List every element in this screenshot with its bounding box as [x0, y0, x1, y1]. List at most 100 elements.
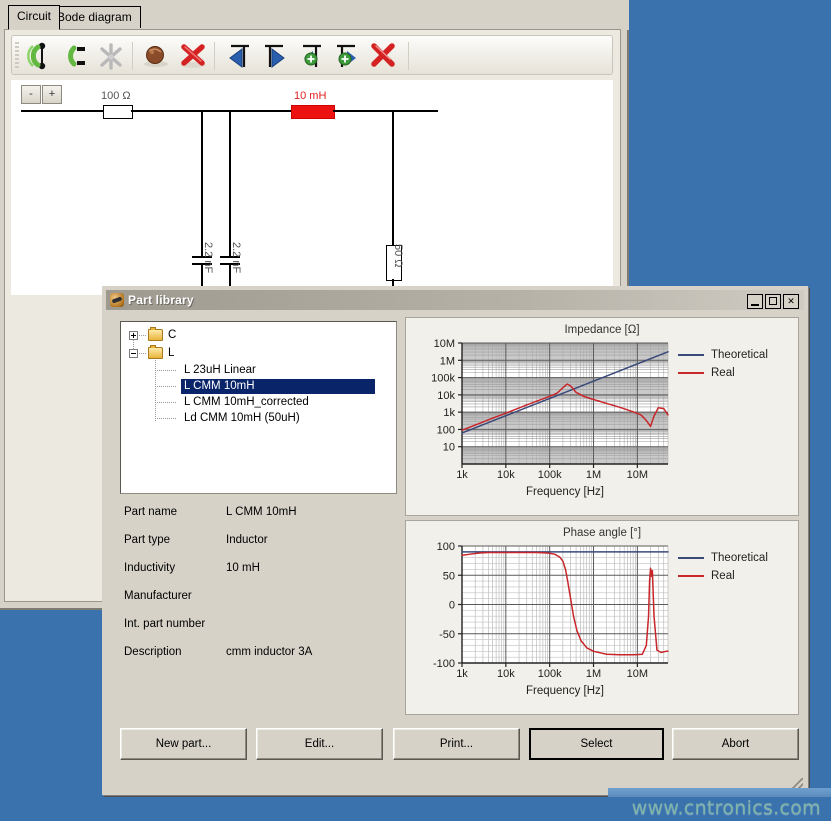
property-row-part-name: Part name L CMM 10mH	[120, 506, 410, 523]
tree-connector-c	[139, 335, 147, 336]
inductor-l1-label: 10 mH	[294, 90, 326, 102]
toolbar-separator-2	[214, 42, 215, 70]
resistor-r2-label: 50 Ω	[392, 244, 404, 268]
tab-circuit[interactable]: Circuit	[8, 5, 60, 30]
delete-component-icon[interactable]	[366, 40, 400, 72]
svg-text:-100: -100	[433, 658, 455, 670]
tree-folder-label-l[interactable]: L	[168, 345, 174, 361]
wire-r2-upper	[392, 110, 394, 245]
tree-item-ld-cmm-10mh-50uh[interactable]: Ld CMM 10mH (50uH)	[181, 411, 303, 426]
tree-expander-c[interactable]	[129, 331, 138, 340]
property-row-manufacturer: Manufacturer	[120, 590, 410, 607]
part-properties: Part name L CMM 10mH Part type Inductor …	[120, 506, 410, 666]
property-key: Part name	[124, 506, 177, 518]
legend-swatch-theoretical	[678, 557, 704, 559]
wire-c1-upper	[201, 110, 203, 256]
part-library-dialog: Part library ✕ C L L 23uH Linear L CMM 1…	[102, 286, 808, 795]
tree-connector-item-2	[155, 402, 177, 403]
property-row-part-type: Part type Inductor	[120, 534, 410, 551]
add-component-left-icon[interactable]	[294, 40, 328, 72]
tree-folder-label-c[interactable]: C	[168, 327, 176, 343]
svg-text:100: 100	[437, 541, 455, 553]
svg-text:10: 10	[443, 442, 455, 454]
new-part-button[interactable]: New part...	[120, 728, 247, 760]
wire-c2-upper	[229, 110, 231, 256]
property-row-int-part-number: Int. part number	[120, 618, 410, 635]
zoom-out-button[interactable]: -	[21, 85, 41, 104]
toolbar-grip[interactable]	[15, 42, 19, 70]
legend-swatch-real	[678, 372, 704, 374]
edit-button[interactable]: Edit...	[256, 728, 383, 760]
select-button[interactable]: Select	[529, 728, 664, 760]
property-row-description: Description cmm inductor 3A	[120, 646, 410, 663]
svg-text:1M: 1M	[586, 469, 601, 481]
delete-source-icon[interactable]	[176, 40, 210, 72]
dialog-title-bar[interactable]: Part library ✕	[106, 290, 804, 310]
svg-text:1k: 1k	[456, 469, 468, 481]
svg-text:-50: -50	[439, 629, 455, 641]
part-tree[interactable]: C L L 23uH Linear L CMM 10mH L CMM 10mH_…	[120, 321, 397, 494]
svg-text:1k: 1k	[456, 668, 468, 680]
property-key: Part type	[124, 534, 170, 546]
property-key: Description	[124, 646, 182, 658]
legend-label-theoretical: Theoretical	[711, 549, 768, 567]
toolbar-separator-3	[408, 42, 409, 70]
insert-node-right-icon[interactable]	[258, 40, 292, 72]
tree-vline-root	[133, 340, 134, 349]
property-row-inductivity: Inductivity 10 mH	[120, 562, 410, 579]
print-button[interactable]: Print...	[393, 728, 520, 760]
property-value: Inductor	[226, 534, 268, 546]
tree-connector-item-1	[155, 386, 177, 387]
add-component-right-icon[interactable]	[330, 40, 364, 72]
wire-top-mid	[131, 110, 291, 112]
svg-text:1M: 1M	[440, 355, 455, 367]
disconnect-icon[interactable]	[94, 40, 128, 72]
zoom-in-button[interactable]: +	[42, 85, 62, 104]
svg-text:10M: 10M	[434, 338, 455, 350]
svg-text:100k: 100k	[431, 373, 455, 385]
tree-expander-l[interactable]	[129, 349, 138, 358]
svg-text:1M: 1M	[586, 668, 601, 680]
legend-label-theoretical: Theoretical	[711, 346, 768, 364]
svg-text:100k: 100k	[538, 469, 562, 481]
impedance-chart-panel: Impedance [Ω] 1k10k100k1M10M101001k10k10…	[405, 317, 799, 516]
toolbar	[11, 35, 613, 75]
svg-text:10k: 10k	[497, 668, 515, 680]
resistor-r1-symbol[interactable]	[103, 105, 133, 119]
legend-label-real: Real	[711, 567, 735, 585]
property-key: Manufacturer	[124, 590, 192, 602]
svg-text:100: 100	[437, 424, 455, 436]
tree-item-l-cmm-10mh-corrected[interactable]: L CMM 10mH_corrected	[181, 395, 312, 410]
svg-text:10k: 10k	[497, 469, 515, 481]
close-button[interactable]: ✕	[783, 294, 799, 309]
tab-bode-diagram[interactable]: Bode diagram	[48, 6, 141, 28]
phase-angle-chart-panel: Phase angle [°] 1k10k100k1M10M-100-50050…	[405, 520, 799, 715]
tree-item-l-23uh-linear[interactable]: L 23uH Linear	[181, 363, 259, 378]
tree-connector-l	[139, 353, 147, 354]
property-value: cmm inductor 3A	[226, 646, 312, 658]
wire-top-right	[333, 110, 438, 112]
svg-text:100k: 100k	[538, 668, 562, 680]
tree-item-l-cmm-10mh[interactable]: L CMM 10mH	[181, 379, 375, 394]
folder-icon-c	[148, 329, 163, 341]
resistor-r1-label: 100 Ω	[101, 90, 131, 102]
connect-parallel-icon[interactable]	[58, 40, 92, 72]
svg-text:10k: 10k	[437, 390, 455, 402]
tab-strip: Bode diagram Circuit	[0, 0, 629, 30]
inductor-l1-symbol[interactable]	[291, 105, 335, 119]
svg-text:1k: 1k	[443, 407, 455, 419]
connect-series-icon[interactable]	[22, 40, 56, 72]
legend-swatch-real	[678, 575, 704, 577]
tree-connector-item-0	[155, 370, 177, 371]
maximize-button[interactable]	[765, 294, 781, 309]
svg-text:50: 50	[443, 570, 455, 582]
add-source-icon[interactable]	[140, 40, 174, 72]
abort-button[interactable]: Abort	[672, 728, 799, 760]
circuit-canvas[interactable]: - + 100 Ω 10 mH	[11, 80, 613, 295]
part-library-icon	[110, 293, 124, 307]
watermark: www.cntronics.com	[632, 797, 821, 819]
property-value: 10 mH	[226, 562, 260, 574]
minimize-button[interactable]	[747, 294, 763, 309]
insert-node-left-icon[interactable]	[222, 40, 256, 72]
dialog-title-text: Part library	[128, 293, 194, 307]
